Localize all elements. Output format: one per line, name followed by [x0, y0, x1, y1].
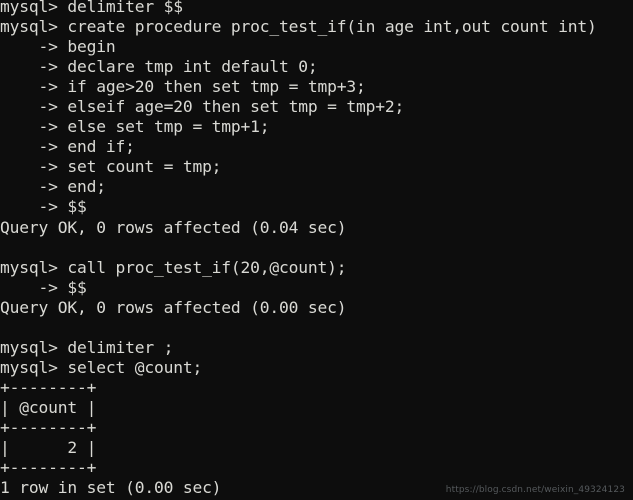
terminal-output[interactable]: mysql> delimiter $$ mysql> create procedu… — [0, 0, 633, 498]
terminal-line: -> set count = tmp; — [0, 157, 222, 177]
terminal-line: +--------+ — [0, 377, 97, 397]
terminal-line: mysql> call proc_test_if(20,@count); — [0, 257, 347, 277]
terminal-line: mysql> create procedure proc_test_if(in … — [0, 17, 597, 37]
terminal-line: -> else set tmp = tmp+1; — [0, 117, 270, 137]
terminal-line: -> end if; — [0, 137, 135, 157]
terminal-line: | @count | — [0, 397, 97, 417]
terminal-line: mysql> delimiter ; — [0, 337, 174, 357]
terminal-line: +--------+ — [0, 458, 97, 478]
terminal-line: mysql> delimiter $$ — [0, 0, 183, 16]
terminal-line: -> begin — [0, 37, 116, 57]
terminal-line: Query OK, 0 rows affected (0.04 sec) — [0, 217, 347, 237]
terminal-window[interactable]: mysql> delimiter $$ mysql> create procedu… — [0, 0, 633, 500]
terminal-line: -> elseif age=20 then set tmp = tmp+2; — [0, 97, 405, 117]
terminal-line: +--------+ — [0, 417, 97, 437]
terminal-line: | 2 | — [0, 438, 97, 458]
terminal-line: -> end; — [0, 177, 106, 197]
terminal-line: mysql> select @count; — [0, 357, 203, 377]
terminal-line: -> $$ — [0, 197, 87, 217]
terminal-line: -> if age>20 then set tmp = tmp+3; — [0, 77, 366, 97]
terminal-line: -> declare tmp int default 0; — [0, 57, 318, 77]
watermark-url: https://blog.csdn.net/weixin_49324123 — [445, 485, 625, 495]
terminal-line: Query OK, 0 rows affected (0.00 sec) — [0, 297, 347, 317]
terminal-line: -> $$ — [0, 277, 87, 297]
